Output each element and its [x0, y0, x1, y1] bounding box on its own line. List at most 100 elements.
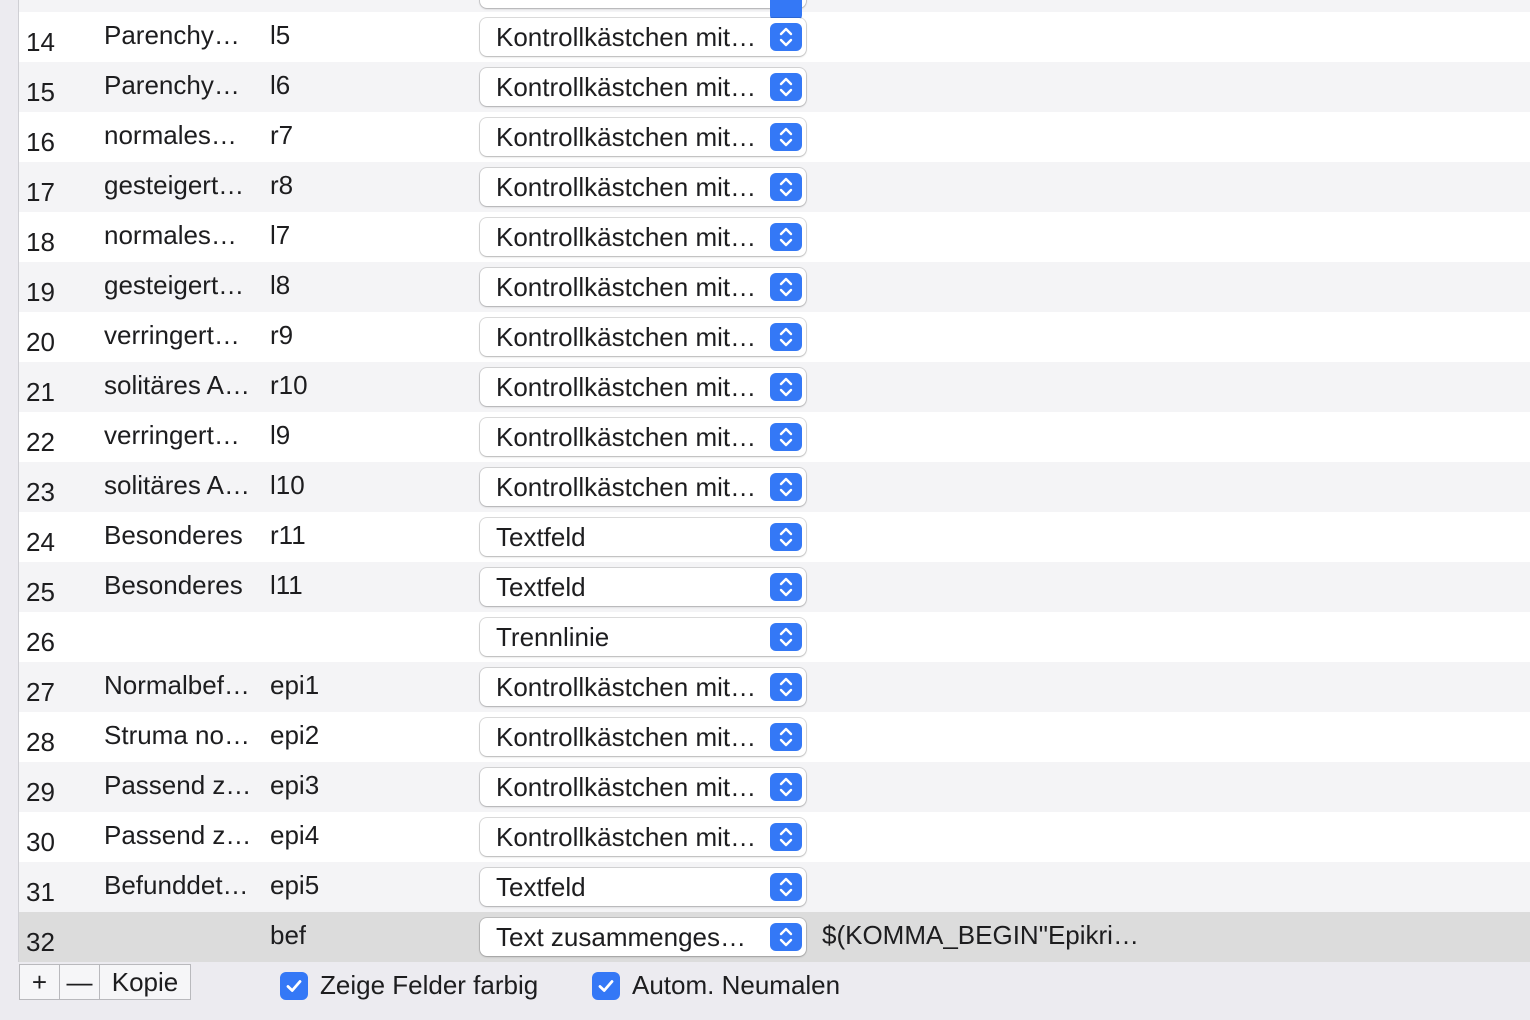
show-colored-fields-label: Zeige Felder farbig — [320, 970, 539, 1000]
row-number: 15 — [26, 77, 55, 107]
field-name: r9 — [270, 320, 294, 350]
table-row[interactable]: 23 solitäres A… l10 Kontrollkästchen mit… — [19, 462, 1530, 512]
show-colored-fields-checkbox[interactable]: Zeige Felder farbig — [280, 970, 538, 1001]
field-name: l5 — [270, 20, 291, 50]
up-down-chevron-icon — [770, 873, 802, 901]
table-row[interactable]: 14 Parenchy… l5 Kontrollkästchen mit… — [19, 12, 1530, 62]
field-name: r8 — [270, 170, 294, 200]
field-type-popup[interactable]: Textfeld — [480, 868, 806, 906]
field-name: epi4 — [270, 820, 320, 850]
table-row[interactable]: 26 Trennlinie — [19, 612, 1530, 662]
field-type-value: Kontrollkästchen mit… — [496, 672, 757, 702]
field-type-popup[interactable]: Kontrollkästchen mit… — [480, 418, 806, 456]
table-row[interactable]: 27 Normalbef… epi1 Kontrollkästchen mit… — [19, 662, 1530, 712]
checkmark-icon[interactable] — [280, 971, 308, 1000]
row-number: 29 — [26, 777, 55, 807]
row-number: 24 — [26, 527, 55, 557]
table-row[interactable]: 32 bef Text zusammengese… $(KOMMA_BEGIN"Epi… — [19, 912, 1530, 962]
row-button-group: + — Kopie — [19, 964, 191, 1000]
field-name: l7 — [270, 220, 291, 250]
table-row[interactable]: 30 Passend z… epi4 Kontrollkästchen mit… — [19, 812, 1530, 862]
field-type-popup[interactable]: Kontrollkästchen mit… — [480, 468, 806, 506]
table-row[interactable]: 18 normales… l7 Kontrollkästchen mit… — [19, 212, 1530, 262]
field-name: r7 — [270, 120, 294, 150]
add-row-button[interactable]: + — [20, 965, 60, 999]
field-name: epi5 — [270, 870, 320, 900]
up-down-chevron-icon — [770, 673, 802, 701]
field-type-value: Kontrollkästchen mit… — [496, 472, 757, 502]
field-name: bef — [270, 920, 307, 950]
field-type-value: Kontrollkästchen mit… — [496, 22, 757, 52]
field-type-value: Textfeld — [496, 522, 586, 552]
field-type-popup[interactable]: Kontrollkästchen mit… — [480, 318, 806, 356]
field-label: Besonderes — [104, 570, 243, 600]
field-label: Normalbef… — [104, 670, 250, 700]
field-type-popup[interactable]: Kontrollkästchen mit… — [480, 768, 806, 806]
table-row[interactable]: 24 Besonderes r11 Textfeld — [19, 512, 1530, 562]
up-down-chevron-icon — [770, 323, 802, 351]
field-type-popup[interactable]: Kontrollkästchen mit… — [480, 118, 806, 156]
field-type-value: Kontrollkästchen mit… — [496, 72, 757, 102]
type-popup-partial[interactable] — [480, 0, 806, 21]
field-type-popup[interactable]: Kontrollkästchen mit… — [480, 68, 806, 106]
field-label: solitäres A… — [104, 370, 250, 400]
field-type-popup[interactable]: Kontrollkästchen mit… — [480, 268, 806, 306]
field-type-value: Kontrollkästchen mit… — [496, 772, 757, 802]
field-name: epi1 — [270, 670, 320, 700]
partial-row-13 — [19, 0, 1530, 21]
table-row[interactable]: 29 Passend z… epi3 Kontrollkästchen mit… — [19, 762, 1530, 812]
field-label: Befunddet… — [104, 870, 249, 900]
table-row[interactable]: 19 gesteigert… l8 Kontrollkästchen mit… — [19, 262, 1530, 312]
row-number: 19 — [26, 277, 55, 307]
copy-row-button[interactable]: Kopie — [100, 965, 190, 999]
field-name: l9 — [270, 420, 291, 450]
field-type-popup[interactable]: Textfeld — [480, 568, 806, 606]
up-down-chevron-icon — [770, 623, 802, 651]
table-row[interactable]: 28 Struma no… epi2 Kontrollkästchen mit… — [19, 712, 1530, 762]
row-number: 23 — [26, 477, 55, 507]
field-type-popup[interactable]: Kontrollkästchen mit… — [480, 818, 806, 856]
field-type-popup[interactable]: Kontrollkästchen mit… — [480, 668, 806, 706]
field-label: verringert… — [104, 320, 240, 350]
field-name: epi3 — [270, 770, 320, 800]
field-type-popup[interactable]: Kontrollkästchen mit… — [480, 718, 806, 756]
field-type-popup[interactable]: Trennlinie — [480, 618, 806, 656]
auto-redraw-checkbox[interactable]: Autom. Neumalen — [592, 970, 840, 1001]
field-type-popup[interactable]: Kontrollkästchen mit… — [480, 368, 806, 406]
table-row[interactable]: 17 gesteigert… r8 Kontrollkästchen mit… — [19, 162, 1530, 212]
field-label: Parenchy… — [104, 70, 240, 100]
bottom-toolbar: + — Kopie Zeige Felder farbig Autom. Neu… — [0, 962, 1530, 1020]
field-label: Struma no… — [104, 720, 250, 750]
table-row[interactable]: 22 verringert… l9 Kontrollkästchen mit… — [19, 412, 1530, 462]
field-type-value: Trennlinie — [496, 622, 610, 652]
field-type-popup[interactable]: Text zusammengese… — [480, 918, 806, 956]
row-number: 18 — [26, 227, 55, 257]
row-number: 30 — [26, 827, 55, 857]
table-row[interactable]: 15 Parenchy… l6 Kontrollkästchen mit… — [19, 62, 1530, 112]
field-type-popup[interactable]: Kontrollkästchen mit… — [480, 218, 806, 256]
up-down-chevron-icon — [770, 273, 802, 301]
field-type-value: Kontrollkästchen mit… — [496, 822, 757, 852]
field-type-popup[interactable]: Kontrollkästchen mit… — [480, 18, 806, 56]
field-type-value: Text zusammengese… — [496, 922, 760, 952]
up-down-chevron-icon — [770, 373, 802, 401]
field-type-popup[interactable]: Kontrollkästchen mit… — [480, 168, 806, 206]
auto-redraw-label: Autom. Neumalen — [632, 970, 841, 1000]
up-down-chevron-icon — [770, 723, 802, 751]
table-row[interactable]: 20 verringert… r9 Kontrollkästchen mit… — [19, 312, 1530, 362]
up-down-chevron-icon — [770, 173, 802, 201]
row-number: 16 — [26, 127, 55, 157]
checkmark-icon[interactable] — [592, 971, 620, 1000]
field-label: Parenchy… — [104, 20, 240, 50]
field-type-value: Kontrollkästchen mit… — [496, 322, 757, 352]
table-row[interactable]: 21 solitäres A… r10 Kontrollkästchen mit… — [19, 362, 1530, 412]
field-label: Passend z… — [104, 770, 252, 800]
field-type-popup[interactable]: Textfeld — [480, 518, 806, 556]
table-row[interactable]: 25 Besonderes l11 Textfeld — [19, 562, 1530, 612]
table-row[interactable]: 16 normales… r7 Kontrollkästchen mit… — [19, 112, 1530, 162]
field-label: verringert… — [104, 420, 240, 450]
table-row[interactable]: 31 Befunddet… epi5 Textfeld — [19, 862, 1530, 912]
up-down-chevron-icon — [770, 223, 802, 251]
remove-row-button[interactable]: — — [60, 965, 100, 999]
up-down-chevron-icon — [770, 123, 802, 151]
